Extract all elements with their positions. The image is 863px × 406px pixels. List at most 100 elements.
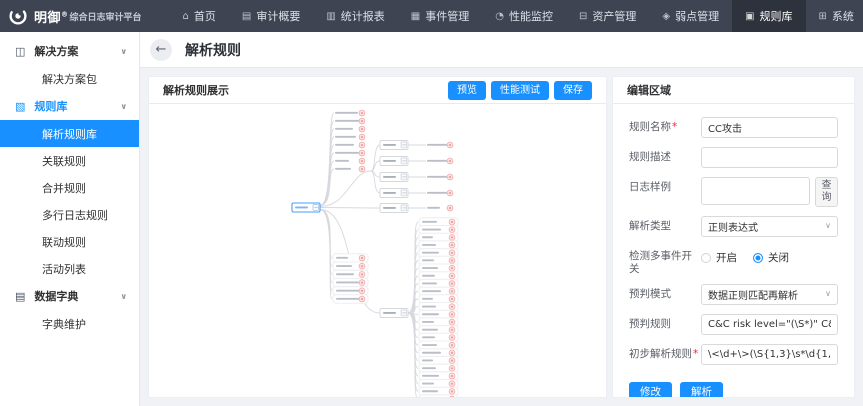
tree-leaf-label: [336, 290, 361, 292]
tree-leaf-node[interactable]: [335, 118, 365, 124]
nav-item-events[interactable]: ▦事件管理: [398, 0, 482, 32]
tree-leaf-node[interactable]: [333, 278, 368, 286]
tree-leaf-node[interactable]: [427, 174, 453, 180]
rule-desc-input[interactable]: [701, 147, 838, 168]
tree-leaf-node[interactable]: [419, 264, 458, 272]
sidebar-item-parse-rulebase[interactable]: 解析规则库: [0, 120, 139, 147]
tree-edge: [320, 161, 334, 206]
tree-leaf-node[interactable]: [333, 270, 368, 278]
tree-branch-node[interactable]: [380, 204, 408, 213]
back-button[interactable]: ←: [150, 39, 172, 61]
tree-leaf-node[interactable]: [419, 249, 458, 257]
main-nav: ⌂首页 ▤审计概要 ▥统计报表 ▦事件管理 ◔性能监控 ⊟资产管理 ◈弱点管理 …: [170, 0, 863, 32]
nav-item-assets[interactable]: ⊟资产管理: [566, 0, 649, 32]
tree-leaf-node[interactable]: [419, 356, 458, 364]
tree-leaf-node[interactable]: [419, 349, 458, 357]
tree-branch-node[interactable]: [380, 173, 408, 182]
tree-leaf-label: [422, 329, 438, 331]
nav-item-performance[interactable]: ◔性能监控: [482, 0, 566, 32]
parse-button[interactable]: 解析: [680, 382, 723, 397]
tree-leaf-node[interactable]: [419, 333, 458, 341]
prejudge-mode-select[interactable]: 数据正则匹配再解析 ∨: [701, 284, 838, 305]
tree-leaf-node[interactable]: [335, 110, 365, 116]
tree-leaf-node[interactable]: [419, 218, 458, 226]
tree-leaf-node[interactable]: [419, 272, 458, 280]
radio-option-off[interactable]: 关闭: [753, 250, 789, 265]
tree-branch-node[interactable]: [380, 141, 408, 150]
tree-leaf-node[interactable]: [419, 279, 458, 287]
radio-option-on[interactable]: 开启: [701, 250, 737, 265]
prejudge-mode-label: 预判模式: [629, 284, 701, 301]
tree-leaf-node[interactable]: [419, 226, 458, 234]
performance-test-button[interactable]: 性能测试: [491, 81, 549, 100]
sidebar-item-solution-pack[interactable]: 解决方案包: [0, 65, 139, 92]
tree-leaf-node[interactable]: [419, 303, 458, 311]
tree-leaf-node[interactable]: [333, 295, 368, 303]
tree-leaf-node[interactable]: [335, 126, 365, 132]
tree-branch-node[interactable]: [380, 309, 408, 318]
tree-leaf-node[interactable]: [335, 150, 365, 156]
tree-leaf-node[interactable]: [335, 134, 365, 140]
tree-leaf-node[interactable]: [427, 158, 453, 164]
nav-item-home[interactable]: ⌂首页: [170, 0, 229, 32]
preview-button[interactable]: 预览: [448, 81, 486, 100]
tree-leaf-label: [335, 144, 354, 146]
tree-branch-node[interactable]: [380, 189, 408, 198]
nav-item-rulebase[interactable]: ▣规则库: [732, 0, 805, 32]
tree-leaf-node[interactable]: [419, 295, 458, 303]
sidebar-item-multiline-log-rules[interactable]: 多行日志规则: [0, 201, 139, 228]
tree-leaf-node[interactable]: [333, 254, 368, 262]
query-button[interactable]: 查询: [815, 177, 838, 207]
parse-type-select[interactable]: 正则表达式 ∨: [701, 216, 838, 237]
sidebar-item-merge-rules[interactable]: 合并规则: [0, 174, 139, 201]
rule-tree-canvas[interactable]: [149, 104, 606, 397]
tree-leaf-node[interactable]: [427, 142, 453, 148]
initial-parse-rule-input[interactable]: [701, 344, 838, 365]
tree-edge: [371, 145, 380, 171]
tree-leaf-node[interactable]: [427, 190, 453, 196]
tree-leaf-node[interactable]: [419, 241, 458, 249]
log-sample-textarea[interactable]: [701, 177, 810, 205]
tree-leaf-node[interactable]: [419, 233, 458, 241]
sidebar-group-rulebase[interactable]: ▧ 规则库 ∨: [0, 92, 139, 120]
tree-leaf-label: [335, 168, 351, 170]
tree-leaf-node[interactable]: [419, 256, 458, 264]
tree-leaf-node[interactable]: [427, 205, 453, 211]
sidebar-item-linkage-rules[interactable]: 联动规则: [0, 228, 139, 255]
modify-button[interactable]: 修改: [629, 382, 672, 397]
asset-icon: ⊟: [579, 11, 587, 22]
system-icon: ⊞: [819, 11, 827, 22]
tree-leaf-node[interactable]: [419, 364, 458, 372]
tree-leaf-node[interactable]: [335, 158, 365, 164]
tree-leaf-node[interactable]: [419, 387, 458, 395]
weakness-icon: ◈: [662, 11, 670, 22]
nav-item-audit-overview[interactable]: ▤审计概要: [229, 0, 313, 32]
tree-leaf-node[interactable]: [333, 262, 368, 270]
tree-leaf-node[interactable]: [335, 142, 365, 148]
tree-leaf-node[interactable]: [419, 380, 458, 388]
tree-leaf-node[interactable]: [419, 341, 458, 349]
tree-leaf-node[interactable]: [419, 326, 458, 334]
nav-item-weakness[interactable]: ◈弱点管理: [649, 0, 732, 32]
tree-branch-node[interactable]: [380, 157, 408, 166]
save-button[interactable]: 保存: [554, 81, 592, 100]
tree-leaf-node[interactable]: [335, 166, 365, 172]
sidebar-item-dictionary-maintenance[interactable]: 字典维护: [0, 310, 139, 337]
tree-root-node[interactable]: [292, 203, 320, 212]
sidebar-item-correlation-rules[interactable]: 关联规则: [0, 147, 139, 174]
tree-leaf-node[interactable]: [419, 372, 458, 380]
sidebar-group-data-dictionary[interactable]: ▤ 数据字典 ∨: [0, 282, 139, 310]
tree-leaf-node[interactable]: [419, 310, 458, 318]
tree-leaf-label: [336, 257, 348, 259]
tree-leaf-node[interactable]: [419, 318, 458, 326]
prejudge-rule-input[interactable]: [701, 314, 838, 335]
nav-item-reports[interactable]: ▥统计报表: [313, 0, 397, 32]
page-title: 解析规则: [185, 40, 241, 60]
tree-leaf-node[interactable]: [333, 287, 368, 295]
sidebar-item-activity-list[interactable]: 活动列表: [0, 255, 139, 282]
nav-item-system[interactable]: ⊞系统: [806, 0, 863, 32]
rule-name-input[interactable]: [701, 117, 838, 138]
tree-leaf-node[interactable]: [419, 395, 458, 397]
sidebar-group-solutions[interactable]: ◫ 解决方案 ∨: [0, 37, 139, 65]
tree-leaf-node[interactable]: [419, 287, 458, 295]
